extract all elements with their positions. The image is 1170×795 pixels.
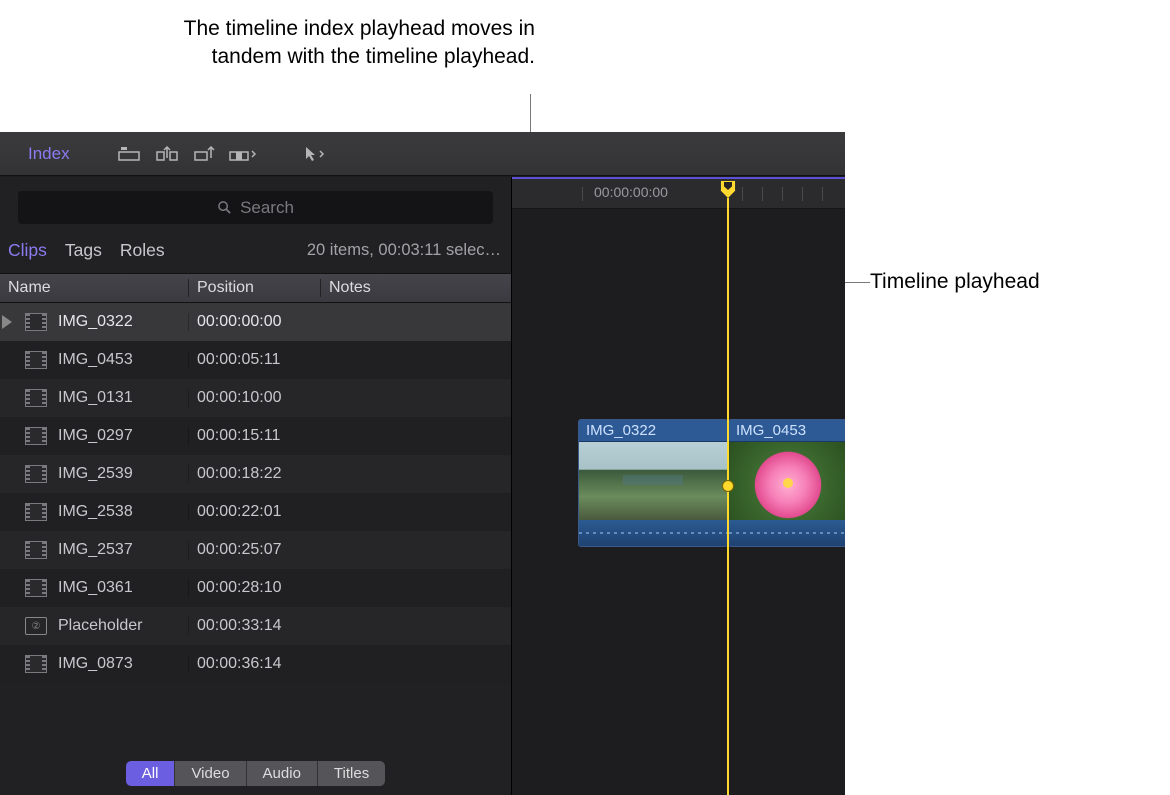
clip-name: IMG_2537	[58, 541, 188, 559]
clip-list: IMG_032200:00:00:00IMG_045300:00:05:11IM…	[0, 303, 511, 751]
clip-position: 00:00:22:01	[188, 503, 320, 521]
clip-position: 00:00:33:14	[188, 617, 320, 635]
timeline-clip-2[interactable]: IMG_0453	[728, 419, 845, 547]
table-row[interactable]: IMG_253800:00:22:01	[0, 493, 511, 531]
film-clip-icon	[24, 538, 48, 562]
timeline-clip-1[interactable]: IMG_0322	[578, 419, 728, 547]
film-clip-icon	[24, 424, 48, 448]
connect-clip-icon[interactable]	[114, 141, 144, 167]
clip-name: Placeholder	[58, 617, 188, 635]
clip-name: IMG_2538	[58, 503, 188, 521]
film-clip-icon	[24, 310, 48, 334]
callout-index-playhead: The timeline index playhead moves in tan…	[175, 15, 535, 72]
index-panel: Search Clips Tags Roles 20 items, 00:03:…	[0, 177, 512, 795]
tab-clips[interactable]: Clips	[8, 240, 47, 261]
table-row[interactable]: IMG_045300:00:05:11	[0, 341, 511, 379]
playhead-marker-icon	[722, 480, 734, 492]
toolbar: Index	[0, 132, 845, 176]
timeline-ruler[interactable]: 00:00:00:00	[512, 179, 845, 209]
selection-status: 20 items, 00:03:11 selec…	[307, 241, 501, 260]
clip-label: IMG_0322	[579, 420, 727, 442]
film-clip-icon	[24, 576, 48, 600]
table-row[interactable]: IMG_087300:00:36:14	[0, 645, 511, 683]
table-row[interactable]: IMG_036100:00:28:10	[0, 569, 511, 607]
clip-position: 00:00:00:00	[188, 313, 320, 331]
timeline[interactable]: 00:00:00:00 IMG_0322 IMG_0453	[512, 177, 845, 795]
film-clip-icon	[24, 500, 48, 524]
clip-name: IMG_0361	[58, 579, 188, 597]
clip-name: IMG_2539	[58, 465, 188, 483]
insert-clip-icon[interactable]	[152, 141, 182, 167]
film-clip-icon	[24, 652, 48, 676]
overwrite-clip-icon[interactable]	[228, 141, 258, 167]
clip-thumbnail	[729, 442, 845, 520]
column-notes[interactable]: Notes	[320, 279, 511, 297]
tab-roles[interactable]: Roles	[120, 240, 165, 261]
clip-thumbnail	[579, 442, 727, 520]
film-clip-icon	[24, 348, 48, 372]
clip-name: IMG_0453	[58, 351, 188, 369]
clip-position: 00:00:36:14	[188, 655, 320, 673]
placeholder-icon: ②	[24, 614, 48, 638]
clip-name: IMG_0873	[58, 655, 188, 673]
ruler-timecode: 00:00:00:00	[594, 184, 668, 200]
clip-name: IMG_0131	[58, 389, 188, 407]
clip-position: 00:00:18:22	[188, 465, 320, 483]
tab-tags[interactable]: Tags	[65, 240, 102, 261]
table-row[interactable]: IMG_032200:00:00:00	[0, 303, 511, 341]
table-header: Name Position Notes	[0, 273, 511, 303]
search-input[interactable]: Search	[18, 191, 493, 224]
filter-audio[interactable]: Audio	[246, 761, 317, 786]
search-icon	[217, 200, 232, 215]
table-row[interactable]: IMG_013100:00:10:00	[0, 379, 511, 417]
clip-position: 00:00:10:00	[188, 389, 320, 407]
column-position[interactable]: Position	[188, 279, 320, 297]
clip-position: 00:00:25:07	[188, 541, 320, 559]
clip-position: 00:00:28:10	[188, 579, 320, 597]
playhead-indicator-icon	[2, 315, 12, 329]
table-row[interactable]: IMG_253700:00:25:07	[0, 531, 511, 569]
clip-name: IMG_0322	[58, 313, 188, 331]
index-button[interactable]: Index	[8, 140, 90, 168]
app-window: Index Search Clips Tags Roles	[0, 132, 845, 795]
film-clip-icon	[24, 386, 48, 410]
column-name[interactable]: Name	[0, 279, 188, 297]
filter-all[interactable]: All	[126, 761, 175, 786]
filter-titles[interactable]: Titles	[317, 761, 385, 786]
table-row[interactable]: IMG_029700:00:15:11	[0, 417, 511, 455]
clip-position: 00:00:15:11	[188, 427, 320, 445]
film-clip-icon	[24, 462, 48, 486]
clip-name: IMG_0297	[58, 427, 188, 445]
table-row[interactable]: IMG_253900:00:18:22	[0, 455, 511, 493]
pointer-tool-icon[interactable]	[300, 141, 330, 167]
clip-audio-waveform	[729, 520, 845, 547]
append-clip-icon[interactable]	[190, 141, 220, 167]
clip-label: IMG_0453	[729, 420, 845, 442]
track-area[interactable]: IMG_0322 IMG_0453	[512, 209, 845, 795]
filter-video[interactable]: Video	[174, 761, 245, 786]
search-placeholder: Search	[240, 198, 294, 218]
timeline-playhead[interactable]	[727, 182, 729, 795]
filter-bar: All Video Audio Titles	[0, 751, 511, 795]
table-row[interactable]: ② Placeholder00:00:33:14	[0, 607, 511, 645]
index-tabs: Clips Tags Roles 20 items, 00:03:11 sele…	[0, 234, 511, 273]
callout-timeline-playhead: Timeline playhead	[870, 270, 1040, 294]
clip-audio-waveform	[579, 520, 727, 547]
clip-position: 00:00:05:11	[188, 351, 320, 369]
